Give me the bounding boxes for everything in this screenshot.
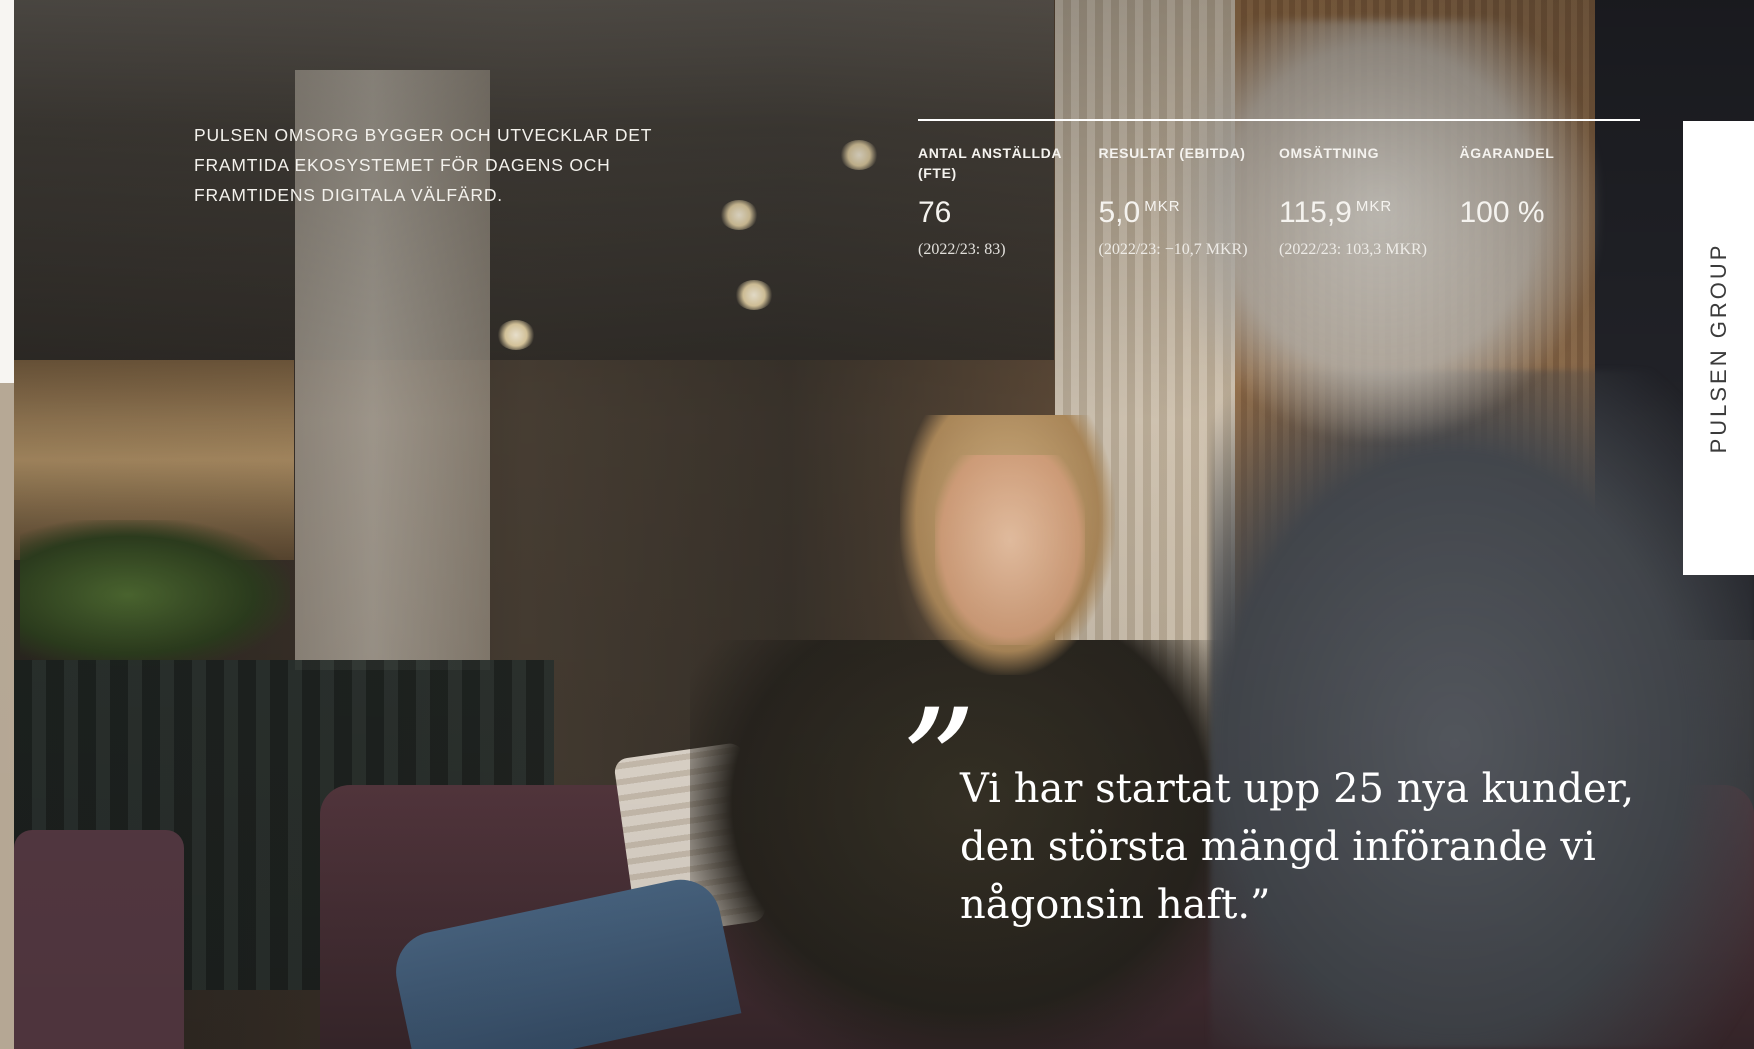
stat-value: 76 [918,189,1099,233]
stat-previous-year: (2022/23: 103,3 MKR) [1279,241,1427,258]
stat-employees: ANTAL ANSTÄLLDA (FTE) 76 (2022/23: 83) [918,143,1099,259]
stat-number: 5,0 [1098,196,1141,229]
stat-revenue: OMSÄTTNING 115,9 MKR (2022/23: 103,3 MKR) [1279,143,1460,259]
stat-unit: MKR [1355,198,1393,215]
stat-ownership: ÄGARANDEL 100 % [1460,143,1641,259]
left-edge-strip [0,0,14,383]
stat-previous-year: (2022/23: −10,7 MKR) [1098,241,1248,258]
stat-label: ANTAL ANSTÄLLDA (FTE) [918,145,1062,181]
stat-unit: MKR [1144,198,1181,215]
side-tab-pulsen-group[interactable]: PULSEN GROUP [1683,121,1754,575]
stat-number: 76 [918,196,952,229]
key-figures: ANTAL ANSTÄLLDA (FTE) 76 (2022/23: 83) R… [918,119,1640,259]
stat-value: 5,0 MKR [1099,189,1280,233]
left-edge-strip-lower [0,383,14,1049]
intro-text: PULSEN OMSORG BYGGER OCH UTVECKLAR DET F… [194,125,652,205]
stat-previous-year: (2022/23: 83) [918,241,1006,258]
stat-number: 115,9 [1279,196,1352,229]
stat-number: 100 % [1459,196,1545,229]
stat-label: ÄGARANDEL [1459,145,1555,161]
stat-label: OMSÄTTNING [1279,145,1380,161]
stat-ebitda: RESULTAT (EBITDA) 5,0 MKR (2022/23: −10,7… [1099,143,1280,259]
side-tab-label: PULSEN GROUP [1705,242,1731,454]
stat-label: RESULTAT (EBITDA) [1098,145,1246,161]
stat-value: 100 % [1460,189,1641,233]
stat-value: 115,9 MKR [1279,189,1460,233]
pull-quote: Vi har startat upp 25 nya kunder, den st… [960,766,1635,928]
